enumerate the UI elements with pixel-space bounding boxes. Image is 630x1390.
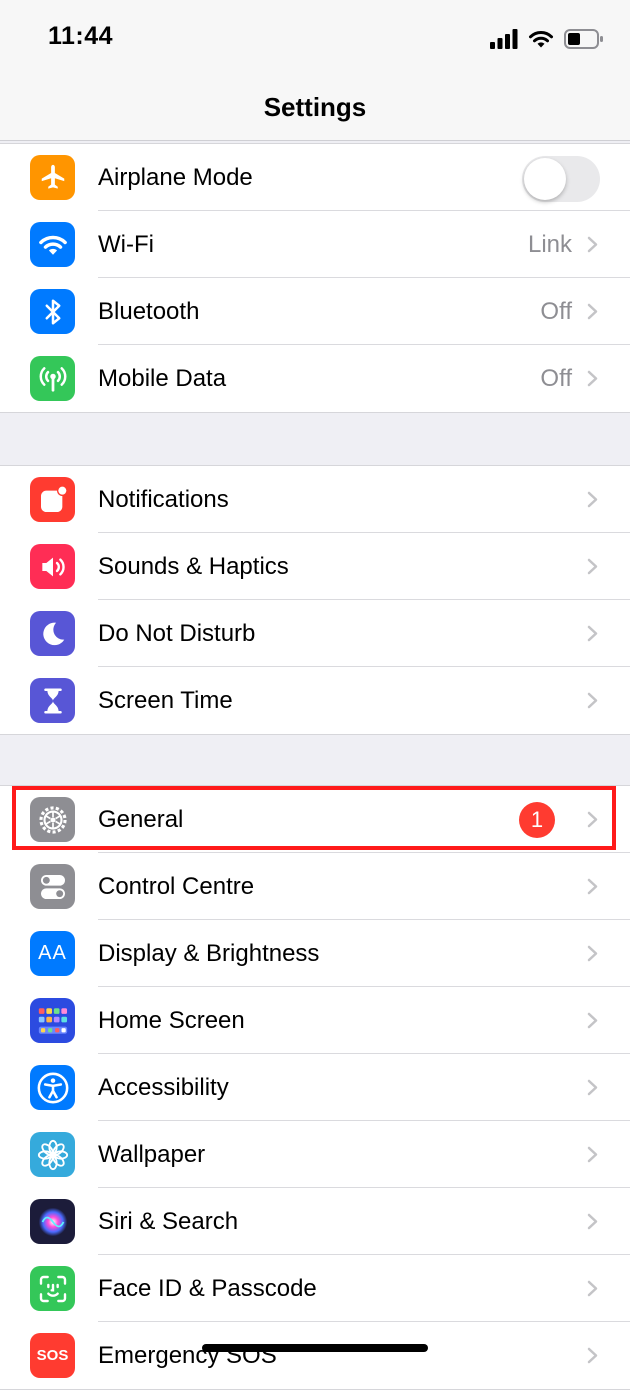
- chevron-right-icon: [587, 1213, 598, 1230]
- text-size-icon: AA: [30, 931, 75, 976]
- row-value: Link: [527, 231, 572, 258]
- navigation-bar: Settings: [0, 80, 630, 141]
- settings-row-do-not-disturb[interactable]: Do Not Disturb: [0, 600, 630, 667]
- battery-icon: [564, 29, 603, 49]
- row-label: Face ID & Passcode: [98, 1275, 317, 1302]
- settings-row-accessibility[interactable]: Accessibility: [0, 1054, 630, 1121]
- icon-glyph: SOS: [36, 1347, 69, 1364]
- row-label: Bluetooth: [98, 298, 200, 325]
- chevron-right-icon: [587, 692, 598, 709]
- chevron-right-icon: [587, 1347, 598, 1364]
- settings-row-display-brightness[interactable]: AA Display & Brightness: [0, 920, 630, 987]
- settings-row-home-screen[interactable]: Home Screen: [0, 987, 630, 1054]
- chevron-right-icon: [587, 1280, 598, 1297]
- chevron-right-icon: [587, 558, 598, 575]
- settings-row-wallpaper[interactable]: Wallpaper: [0, 1121, 630, 1188]
- settings-row-airplane-mode[interactable]: Airplane Mode: [0, 144, 630, 211]
- notifications-icon: [30, 477, 75, 522]
- settings-row-sounds-haptics[interactable]: Sounds & Haptics: [0, 533, 630, 600]
- row-label: Emergency SOS: [98, 1342, 277, 1369]
- chevron-right-icon: [587, 491, 598, 508]
- flower-icon: [30, 1132, 75, 1177]
- cellular-signal-icon: [490, 29, 518, 49]
- sos-icon: SOS: [30, 1333, 75, 1378]
- chevron-right-icon: [587, 236, 598, 253]
- settings-row-emergency-sos[interactable]: SOS Emergency SOS: [0, 1322, 630, 1389]
- settings-group-connectivity: Airplane Mode Wi-Fi Link Bluetooth Off M…: [0, 143, 630, 413]
- row-label: Control Centre: [98, 873, 255, 900]
- face-id-icon: [30, 1266, 75, 1311]
- row-value: Off: [540, 298, 572, 325]
- chevron-right-icon: [587, 1146, 598, 1163]
- row-label: Do Not Disturb: [98, 620, 256, 647]
- settings-row-face-id-passcode[interactable]: Face ID & Passcode: [0, 1255, 630, 1322]
- antenna-icon: [30, 356, 75, 401]
- moon-icon: [30, 611, 75, 656]
- status-bar: 11:44: [0, 0, 630, 80]
- settings-row-siri-search[interactable]: Siri & Search: [0, 1188, 630, 1255]
- row-label: Airplane Mode: [98, 164, 253, 191]
- chevron-right-icon: [587, 1012, 598, 1029]
- status-icons: [490, 24, 604, 54]
- settings-row-bluetooth[interactable]: Bluetooth Off: [0, 278, 630, 345]
- row-label: Screen Time: [98, 687, 233, 714]
- settings-row-wifi[interactable]: Wi-Fi Link: [0, 211, 630, 278]
- home-indicator[interactable]: [202, 1344, 428, 1352]
- airplane-mode-toggle[interactable]: [522, 156, 600, 202]
- status-time: 11:44: [48, 22, 114, 50]
- row-label: Display & Brightness: [98, 940, 320, 967]
- hourglass-icon: [30, 678, 75, 723]
- chevron-right-icon: [587, 945, 598, 962]
- bluetooth-icon: [30, 289, 75, 334]
- row-label: Siri & Search: [98, 1208, 239, 1235]
- toggle-knob: [524, 158, 566, 200]
- settings-group-general: General 1 Control Centre AA Display & Br…: [0, 785, 630, 1390]
- row-label: Home Screen: [98, 1007, 245, 1034]
- settings-row-notifications[interactable]: Notifications: [0, 466, 630, 533]
- settings-row-mobile-data[interactable]: Mobile Data Off: [0, 345, 630, 412]
- settings-row-control-centre[interactable]: Control Centre: [0, 853, 630, 920]
- settings-group-notifications: Notifications Sounds & Haptics Do Not Di…: [0, 465, 630, 735]
- settings-row-screen-time[interactable]: Screen Time: [0, 667, 630, 734]
- toggles-icon: [30, 864, 75, 909]
- chevron-right-icon: [587, 878, 598, 895]
- accessibility-icon: [30, 1065, 75, 1110]
- wifi-icon: [30, 222, 75, 267]
- row-label: Wallpaper: [98, 1141, 206, 1168]
- row-label: Wi-Fi: [98, 231, 154, 258]
- airplane-icon: [30, 155, 75, 200]
- chevron-right-icon: [587, 625, 598, 642]
- home-grid-icon: [30, 998, 75, 1043]
- speaker-icon: [30, 544, 75, 589]
- page-title: Settings: [263, 92, 367, 122]
- chevron-right-icon: [587, 1079, 598, 1096]
- icon-glyph: AA: [38, 942, 67, 964]
- general-highlight-box: [12, 786, 616, 850]
- row-label: Accessibility: [98, 1074, 229, 1101]
- chevron-right-icon: [587, 370, 598, 387]
- chevron-right-icon: [587, 303, 598, 320]
- row-label: Mobile Data: [98, 365, 227, 392]
- siri-icon: [30, 1199, 75, 1244]
- row-label: Sounds & Haptics: [98, 553, 289, 580]
- wifi-status-icon: [529, 31, 553, 48]
- row-value: Off: [540, 365, 572, 392]
- row-label: Notifications: [98, 486, 229, 513]
